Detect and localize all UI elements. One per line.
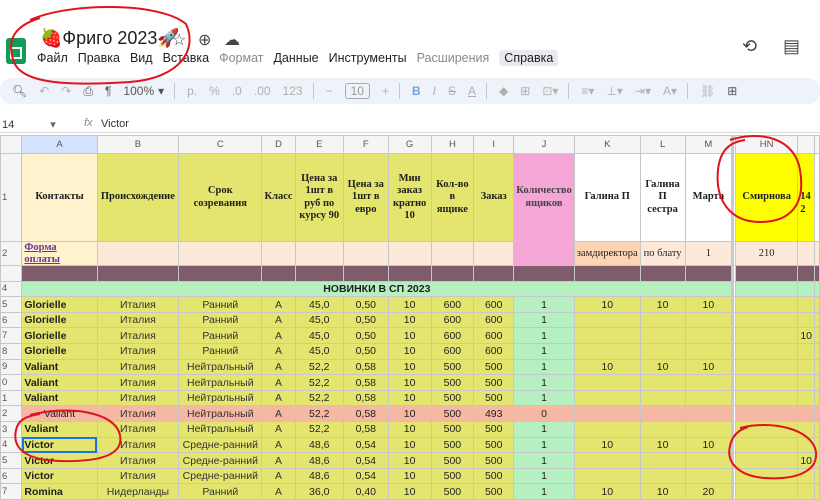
annotation-circle-hn-10 [728,424,818,480]
annotation-circle-title [10,5,191,85]
annotation-layer [10,5,818,480]
annotation-circle-smirnova [716,135,803,224]
annotation-circle-victor [14,409,122,463]
